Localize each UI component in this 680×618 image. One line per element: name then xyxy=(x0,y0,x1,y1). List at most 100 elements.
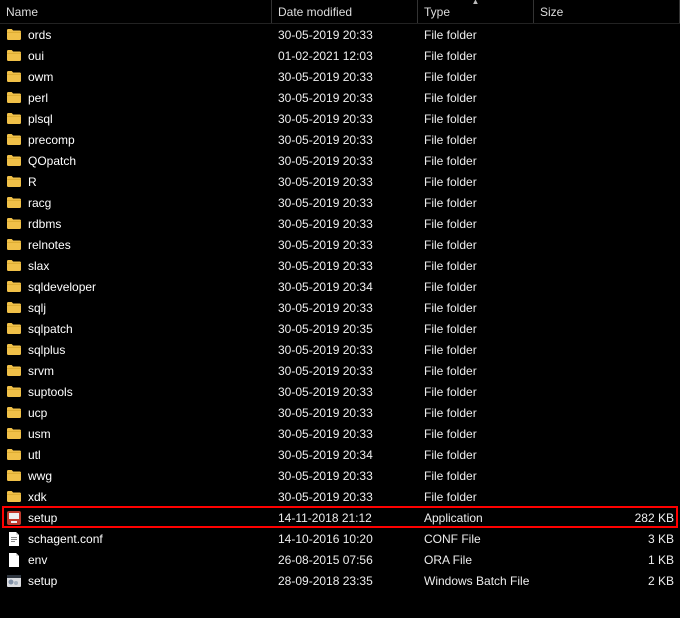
cell-name: srvm xyxy=(0,360,272,381)
cell-name: ords xyxy=(0,24,272,45)
table-row[interactable]: ords30-05-2019 20:33File folder xyxy=(0,24,680,45)
cell-date: 30-05-2019 20:33 xyxy=(272,234,418,255)
table-row[interactable]: relnotes 30-05-2019 20:33File folder xyxy=(0,234,680,255)
cell-type: File folder xyxy=(418,24,534,45)
folder-icon xyxy=(6,489,22,505)
cell-name: sqldeveloper xyxy=(0,276,272,297)
cell-size xyxy=(534,444,680,465)
cell-type: File folder xyxy=(418,129,534,150)
table-row[interactable]: plsql30-05-2019 20:33File folder xyxy=(0,108,680,129)
cell-size xyxy=(534,234,680,255)
table-row[interactable]: sqldeveloper30-05-2019 20:34File folder xyxy=(0,276,680,297)
cell-size xyxy=(534,360,680,381)
folder-icon xyxy=(6,27,22,43)
table-row[interactable]: setup14-11-2018 21:12Application282 KB xyxy=(0,507,680,528)
table-row[interactable]: utl30-05-2019 20:34File folder xyxy=(0,444,680,465)
table-row[interactable]: schagent.conf14-10-2016 10:20CONF File3 … xyxy=(0,528,680,549)
cell-size: 3 KB xyxy=(534,528,680,549)
cell-date: 30-05-2019 20:33 xyxy=(272,129,418,150)
cell-size xyxy=(534,339,680,360)
table-row[interactable]: wwg30-05-2019 20:33File folder xyxy=(0,465,680,486)
installer-icon xyxy=(6,510,22,526)
cell-date: 30-05-2019 20:33 xyxy=(272,465,418,486)
file-name-label: suptools xyxy=(28,385,73,399)
cell-type: File folder xyxy=(418,276,534,297)
folder-icon xyxy=(6,237,22,253)
column-header-size[interactable]: Size xyxy=(534,0,680,23)
table-row[interactable]: racg30-05-2019 20:33File folder xyxy=(0,192,680,213)
file-name-label: env xyxy=(28,553,47,567)
file-name-label: R xyxy=(28,175,37,189)
folder-icon xyxy=(6,48,22,64)
file-name-label: ords xyxy=(28,28,51,42)
table-row[interactable]: rdbms30-05-2019 20:33File folder xyxy=(0,213,680,234)
table-row[interactable]: setup28-09-2018 23:35Windows Batch File2… xyxy=(0,570,680,591)
cell-size xyxy=(534,402,680,423)
table-row[interactable]: R30-05-2019 20:33File folder xyxy=(0,171,680,192)
table-row[interactable]: usm30-05-2019 20:33File folder xyxy=(0,423,680,444)
cell-name: ucp xyxy=(0,402,272,423)
column-header-type-label: Type xyxy=(424,5,450,19)
table-row[interactable]: xdk30-05-2019 20:33File folder xyxy=(0,486,680,507)
column-header-date[interactable]: Date modified xyxy=(272,0,418,23)
cell-name: QOpatch xyxy=(0,150,272,171)
column-header-name[interactable]: Name xyxy=(0,0,272,23)
file-name-label: sqldeveloper xyxy=(28,280,96,294)
cell-size xyxy=(534,423,680,444)
cell-size xyxy=(534,108,680,129)
cell-type: File folder xyxy=(418,234,534,255)
folder-icon xyxy=(6,468,22,484)
file-name-label: relnotes xyxy=(28,238,71,252)
table-row[interactable]: QOpatch30-05-2019 20:33File folder xyxy=(0,150,680,171)
table-row[interactable]: ucp30-05-2019 20:33File folder xyxy=(0,402,680,423)
cell-name: sqlpatch xyxy=(0,318,272,339)
cell-name: schagent.conf xyxy=(0,528,272,549)
table-row[interactable]: precomp30-05-2019 20:33File folder xyxy=(0,129,680,150)
cell-type: File folder xyxy=(418,297,534,318)
cell-date: 30-05-2019 20:33 xyxy=(272,297,418,318)
cell-name: rdbms xyxy=(0,213,272,234)
file-name-label: xdk xyxy=(28,490,47,504)
cell-size: 1 KB xyxy=(534,549,680,570)
table-row[interactable]: sqlpatch30-05-2019 20:35File folder xyxy=(0,318,680,339)
sort-ascending-icon: ▲ xyxy=(472,0,480,6)
column-header-row: Name Date modified ▲ Type Size xyxy=(0,0,680,24)
folder-icon xyxy=(6,426,22,442)
cell-type: File folder xyxy=(418,486,534,507)
cell-name: plsql xyxy=(0,108,272,129)
cell-type: File folder xyxy=(418,339,534,360)
file-name-label: slax xyxy=(28,259,49,273)
table-row[interactable]: env26-08-2015 07:56ORA File1 KB xyxy=(0,549,680,570)
cell-name: setup xyxy=(0,507,272,528)
cell-size xyxy=(534,297,680,318)
column-header-date-label: Date modified xyxy=(278,5,352,19)
cell-date: 28-09-2018 23:35 xyxy=(272,570,418,591)
cell-date: 30-05-2019 20:34 xyxy=(272,444,418,465)
cell-size xyxy=(534,150,680,171)
cell-date: 01-02-2021 12:03 xyxy=(272,45,418,66)
file-name-label: sqlplus xyxy=(28,343,65,357)
folder-icon xyxy=(6,90,22,106)
folder-icon xyxy=(6,132,22,148)
table-row[interactable]: srvm30-05-2019 20:33File folder xyxy=(0,360,680,381)
column-header-type[interactable]: ▲ Type xyxy=(418,0,534,23)
table-row[interactable]: sqlj30-05-2019 20:33File folder xyxy=(0,297,680,318)
cell-name: oui xyxy=(0,45,272,66)
table-row[interactable]: oui01-02-2021 12:03File folder xyxy=(0,45,680,66)
cell-name: R xyxy=(0,171,272,192)
cell-type: CONF File xyxy=(418,528,534,549)
file-name-label: perl xyxy=(28,91,48,105)
table-row[interactable]: perl30-05-2019 20:33File folder xyxy=(0,87,680,108)
file-name-label: srvm xyxy=(28,364,54,378)
file-name-label: utl xyxy=(28,448,41,462)
cell-type: File folder xyxy=(418,87,534,108)
table-row[interactable]: suptools30-05-2019 20:33File folder xyxy=(0,381,680,402)
table-row[interactable]: sqlplus30-05-2019 20:33File folder xyxy=(0,339,680,360)
table-row[interactable]: owm30-05-2019 20:33File folder xyxy=(0,66,680,87)
cell-date: 30-05-2019 20:33 xyxy=(272,192,418,213)
cell-name: utl xyxy=(0,444,272,465)
table-row[interactable]: slax30-05-2019 20:33File folder xyxy=(0,255,680,276)
cell-date: 30-05-2019 20:33 xyxy=(272,66,418,87)
folder-icon xyxy=(6,405,22,421)
cell-date: 30-05-2019 20:33 xyxy=(272,423,418,444)
